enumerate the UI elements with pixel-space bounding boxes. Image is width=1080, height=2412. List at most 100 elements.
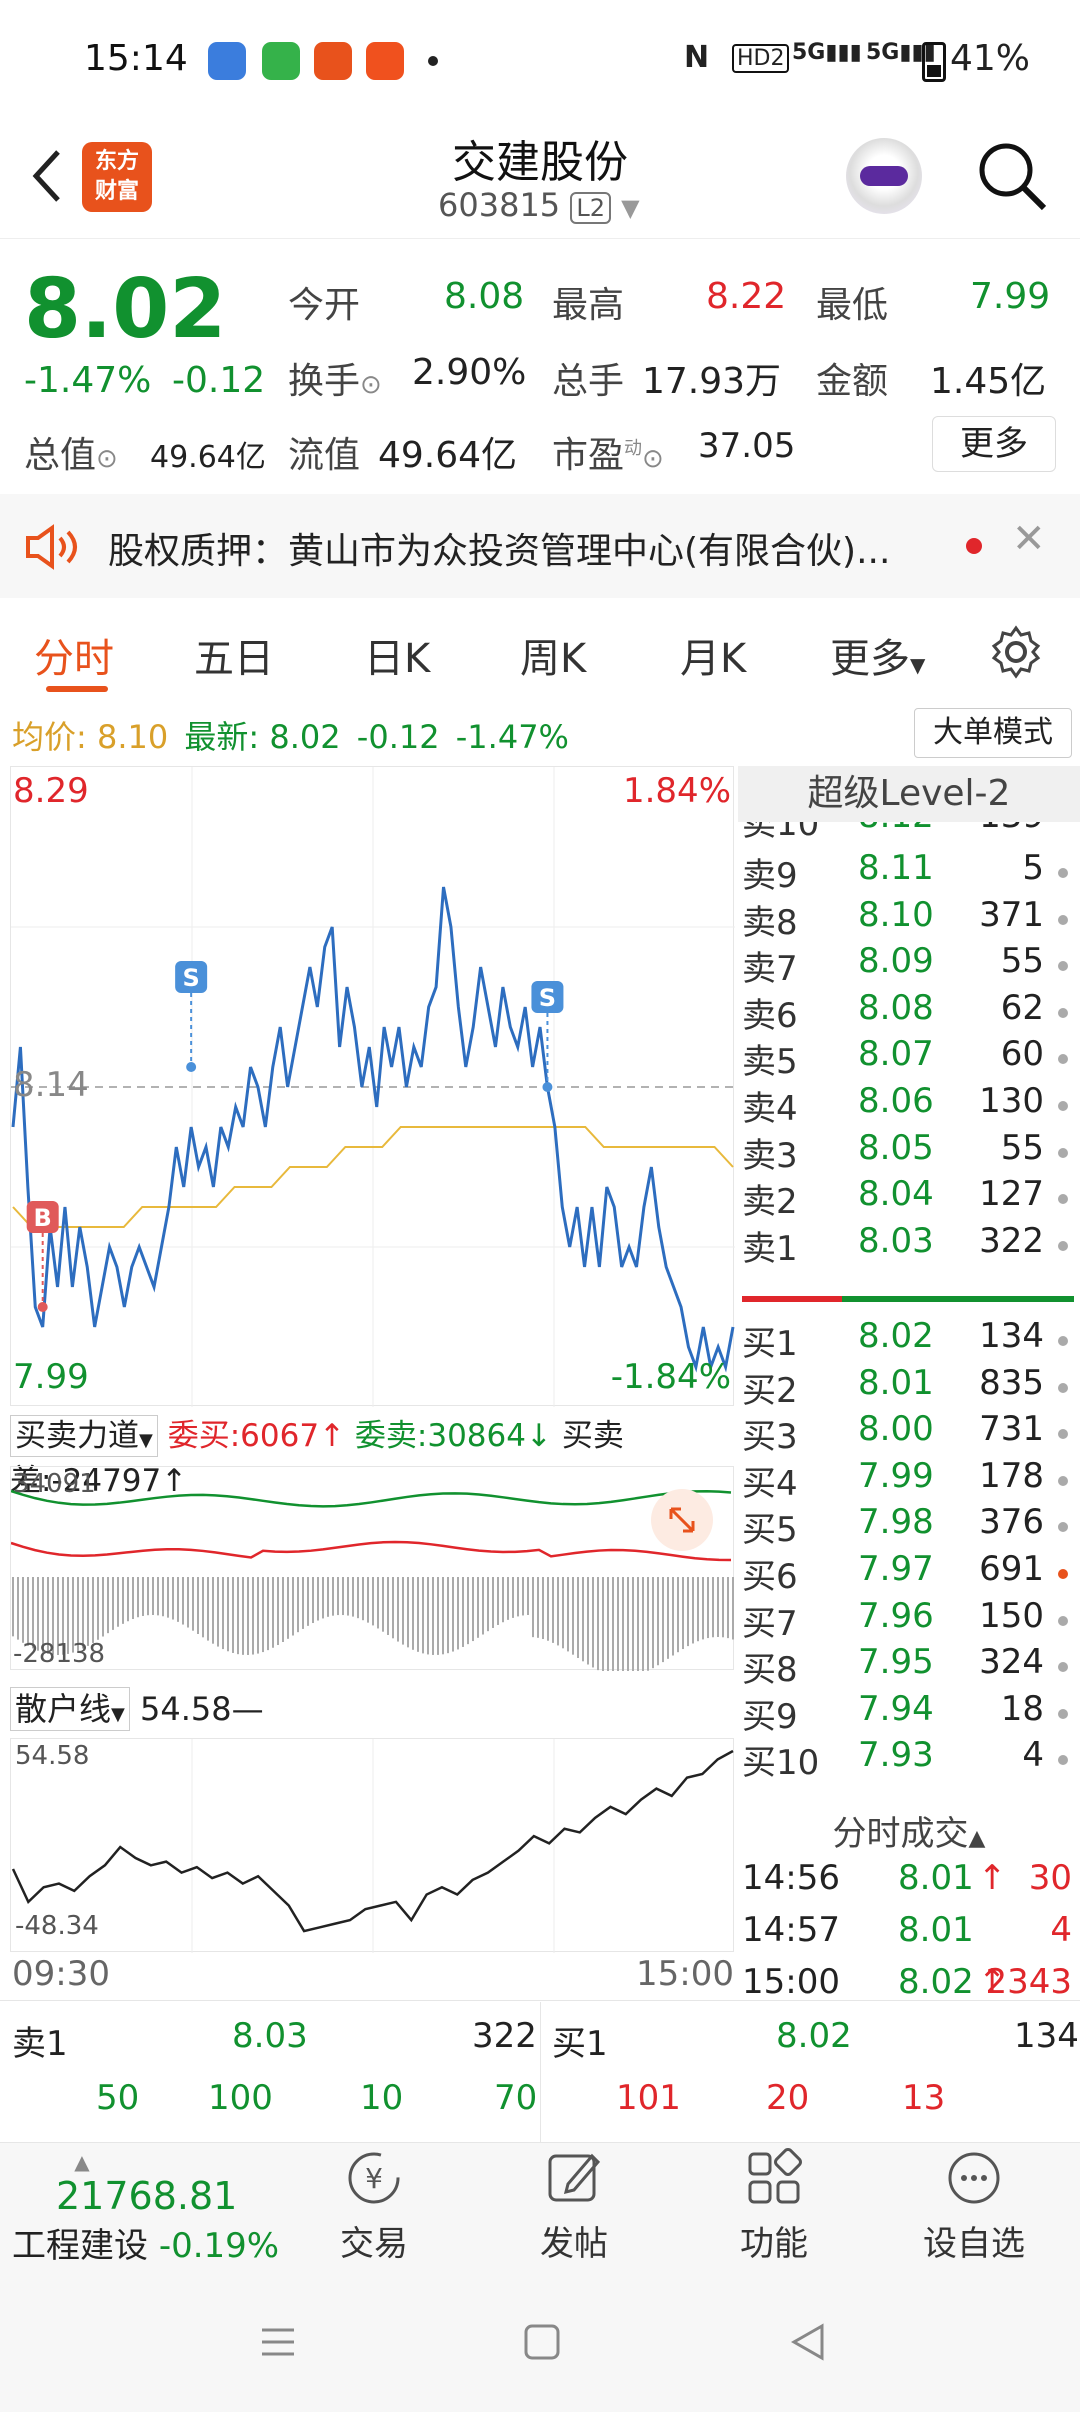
status-bar: 15:14 N HD2 5G▮▮▮ 5G▮▮▮ 41% [0,0,1080,120]
tab-weekly-k[interactable]: 周K [520,626,586,684]
sector-name: 工程建设 [12,2226,148,2266]
ask-row[interactable]: 卖7 8.09 55 [742,941,1072,989]
queue-sell-order: 10 [360,2078,404,2118]
level-name: 卖3 [742,1135,798,1176]
system-nav-bar [0,2282,1080,2412]
level-name: 卖4 [742,1089,798,1129]
search-button[interactable] [974,138,1050,218]
ask-row[interactable]: 卖1 8.03 322 [742,1221,1072,1269]
ask-row[interactable]: 卖3 8.05 55 [742,1128,1072,1176]
indicator-dot [1058,1147,1068,1158]
bid-row[interactable]: 买4 7.99 178 [742,1456,1072,1504]
bid-row[interactable]: 买8 7.95 324 [742,1642,1072,1690]
divider [540,2002,541,2142]
nav-add-watchlist[interactable]: 设自选 [914,2146,1034,2265]
retail-chart[interactable]: 54.58 -48.34 [10,1738,734,1953]
more-button[interactable]: 更多 [932,416,1056,472]
level-volume: 376 [979,1502,1044,1543]
indicator-dot [1058,1615,1068,1626]
settings-gear-icon[interactable] [988,624,1044,680]
level-price: 8.09 [858,941,934,982]
level-price: 7.97 [858,1549,934,1589]
level-volume: 150 [979,1595,1044,1636]
marker-dot [186,1062,197,1072]
level-name: 买8 [742,1650,798,1691]
level-volume: 371 [979,894,1044,935]
ask-row[interactable]: 卖5 8.07 60 [742,1034,1072,1082]
bid-row[interactable]: 买1 8.02 134 [742,1316,1072,1364]
bid-row[interactable]: 买6 7.97 691 [742,1549,1072,1597]
robot-assistant-icon[interactable] [846,138,922,214]
bid-row[interactable]: 买5 7.98 376 [742,1502,1072,1550]
depth-ratio-bar-ask [842,1296,1074,1302]
indicator-dot [1058,1007,1068,1018]
force-indicator-selector[interactable]: 买卖力道▼ [10,1415,158,1457]
level-volume: 322 [979,1220,1044,1261]
level-price: 8.01 [858,1362,934,1403]
bid-row[interactable]: 买2 8.01 835 [742,1363,1072,1411]
marker-label: S [539,984,556,1012]
nav-trade[interactable]: ¥ 交易 [314,2146,434,2265]
volume-value: 17.93万 [642,361,782,402]
tab-intraday[interactable]: 分时 [34,626,114,684]
ask-row[interactable]: 卖4 8.06 130 [742,1081,1072,1129]
bid-row[interactable]: 买10 7.93 4 [742,1735,1072,1783]
hd-icon: HD2 [732,44,790,73]
level-price: 8.02 [858,1316,934,1356]
level2-badge: L2 [570,192,611,224]
menu-icon[interactable] [258,2322,298,2362]
level-price: 7.98 [858,1502,934,1543]
indicator-dot [1058,914,1068,925]
level-name: 卖5 [742,1042,798,1083]
sector-index-widget[interactable]: ▲ 21768.81 工程建设 -0.19% [12,2150,282,2267]
ask-row[interactable]: 卖2 8.04 127 [742,1174,1072,1222]
tab-active-indicator [46,686,108,692]
retail-top-label: 54.58 [15,1741,90,1771]
close-icon[interactable]: ✕ [1012,516,1046,562]
battery-level: 41% [950,38,1031,79]
home-icon[interactable] [522,2322,562,2362]
tab-monthly-k[interactable]: 月K [680,626,746,684]
level-name: 卖1 [742,1228,798,1269]
level2-title[interactable]: 超级Level-2 [738,766,1080,822]
retail-indicator-selector[interactable]: 散户线▼ [10,1687,130,1731]
sector-change: -0.19% [158,2226,280,2266]
unread-dot [966,538,982,554]
trades-title[interactable]: 分时成交▲ [738,1806,1080,1855]
retail-chart-svg [11,1739,734,1953]
level-price: 8.10 [858,894,934,935]
nav-functions[interactable]: 功能 [714,2146,834,2265]
ask-row[interactable]: 卖8 8.10 371 [742,895,1072,943]
y-top-label: 8.29 [13,771,89,811]
bid-row[interactable]: 买7 7.96 150 [742,1596,1072,1644]
tab-more[interactable]: 更多▼ [830,626,925,684]
grid-icon [748,2148,802,2204]
force-chart[interactable]: 34091 -28138 [10,1466,734,1671]
stock-code: 603815 [438,186,561,224]
ask-row[interactable]: 卖6 8.08 62 [742,988,1072,1036]
back-icon[interactable] [788,2322,828,2362]
force-top-label: 34091 [13,1469,96,1499]
bid-row[interactable]: 买9 7.94 18 [742,1689,1072,1737]
bid-row[interactable]: 买3 8.00 731 [742,1409,1072,1457]
nav-post[interactable]: 发帖 [514,2146,634,2265]
queue-buy-vol: 134 [1014,2016,1079,2056]
marker-dot [542,1082,553,1092]
expand-button[interactable] [651,1489,713,1551]
ask-row[interactable]: 卖9 8.11 5 [742,848,1072,896]
chart-info-bar: 均价: 8.10 最新: 8.02 -0.12 -1.47% [12,712,569,758]
stock-code-selector[interactable]: 603815 L2 ▼ [438,186,640,224]
notice-bar[interactable]: 股权质押：黄山市为众投资管理中心(有限合伙)... ✕ [0,494,1080,598]
indicator-dot [1058,1054,1068,1065]
big-order-mode-button[interactable]: 大单模式 [914,708,1072,758]
tab-daily-k[interactable]: 日K [364,626,430,684]
status-time: 15:14 [84,38,188,79]
level-volume: 60 [1000,1034,1044,1075]
intraday-chart[interactable]: B S S 8.29 1.84% 8.14 7.99 -1.84% [10,766,735,1407]
indicator-dot [1058,1522,1068,1533]
nfc-icon: N [684,40,710,75]
tab-five-day[interactable]: 五日 [194,626,274,684]
level-name: 买3 [742,1417,798,1458]
level-price: 8.00 [858,1409,934,1450]
marker-label: S [182,964,199,992]
